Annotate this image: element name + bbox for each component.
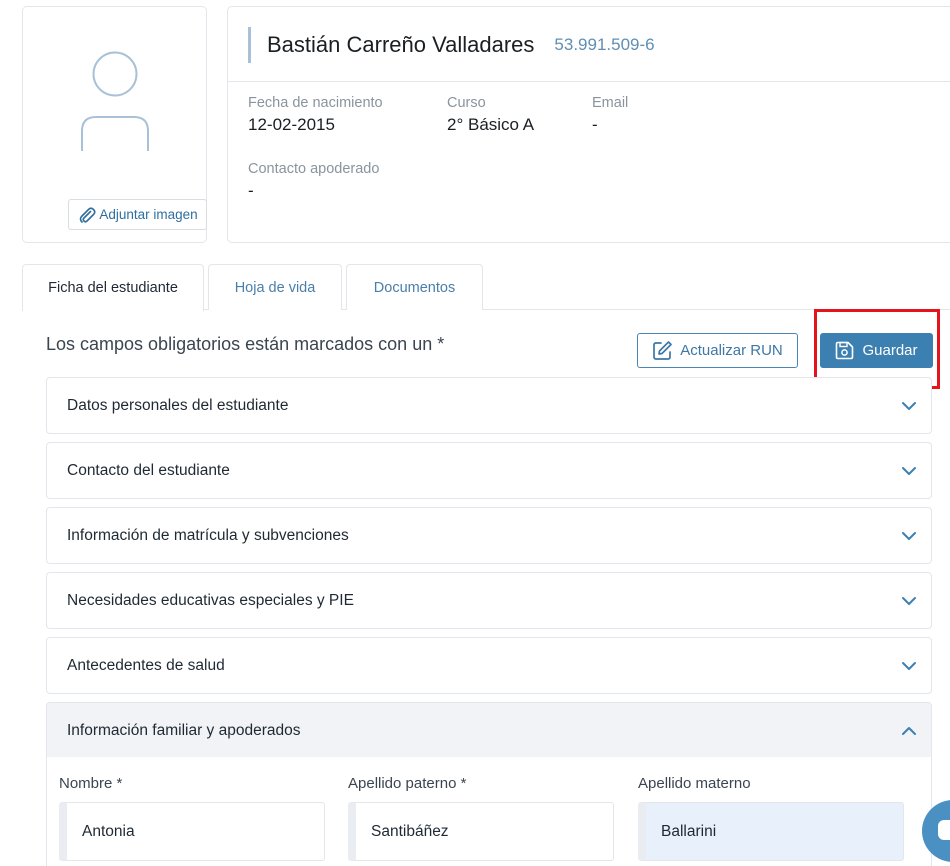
- user-placeholder-icon: [81, 51, 149, 151]
- update-run-label: Actualizar RUN: [680, 342, 783, 359]
- chevron-down-icon: [902, 466, 916, 475]
- email-value: -: [592, 115, 598, 134]
- section-title: Datos personales del estudiante: [67, 396, 289, 414]
- required-fields-note: Los campos obligatorios están marcados c…: [46, 334, 445, 354]
- tab-documents[interactable]: Documentos: [346, 264, 483, 310]
- email-label: Email: [592, 95, 629, 111]
- section-special-needs[interactable]: Necesidades educativas especiales y PIE: [46, 572, 932, 629]
- student-photo-card: Adjuntar imagen: [22, 6, 207, 243]
- section-title: Información familiar y apoderados: [67, 721, 301, 739]
- section-personal-data[interactable]: Datos personales del estudiante: [46, 377, 932, 434]
- save-button[interactable]: Guardar: [820, 333, 933, 368]
- tab-record-history[interactable]: Hoja de vida: [208, 264, 342, 310]
- email-field: Email -: [592, 95, 628, 135]
- course-field: Curso 2° Básico A: [447, 95, 534, 135]
- section-title: Antecedentes de salud: [67, 656, 225, 674]
- maternal-surname-label: Apellido materno: [638, 775, 751, 792]
- birthdate-label: Fecha de nacimiento: [248, 95, 383, 111]
- attach-image-label: Adjuntar imagen: [99, 207, 198, 222]
- course-label: Curso: [447, 95, 486, 111]
- chevron-up-icon: [902, 726, 916, 735]
- chevron-down-icon: [902, 401, 916, 410]
- first-name-input[interactable]: [59, 802, 325, 861]
- chevron-down-icon: [902, 531, 916, 540]
- chevron-down-icon: [902, 661, 916, 670]
- chevron-down-icon: [902, 596, 916, 605]
- section-title: Contacto del estudiante: [67, 461, 230, 479]
- birthdate-value: 12-02-2015: [248, 115, 335, 134]
- student-name: Bastián Carreño Valladares: [267, 32, 535, 57]
- section-health-background[interactable]: Antecedentes de salud: [46, 637, 932, 694]
- first-name-label: Nombre *: [59, 775, 123, 792]
- student-info-card: Bastián Carreño Valladares 53.991.509-6 …: [227, 6, 950, 243]
- section-family-guardians[interactable]: Información familiar y apoderados: [46, 702, 932, 759]
- guardian-contact-value: -: [248, 181, 254, 200]
- section-title: Necesidades educativas especiales y PIE: [67, 591, 354, 609]
- save-label: Guardar: [862, 342, 918, 359]
- section-enrollment-subsidies[interactable]: Información de matrícula y subvenciones: [46, 507, 932, 564]
- student-header: Bastián Carreño Valladares 53.991.509-6: [248, 27, 655, 63]
- section-student-contact[interactable]: Contacto del estudiante: [46, 442, 932, 499]
- edit-icon: [653, 341, 673, 360]
- guardian-contact-field: Contacto apoderado -: [248, 161, 379, 201]
- birthdate-field: Fecha de nacimiento 12-02-2015: [248, 95, 383, 135]
- paperclip-icon: [80, 206, 96, 223]
- update-run-button[interactable]: Actualizar RUN: [637, 333, 798, 368]
- course-value: 2° Básico A: [447, 115, 535, 134]
- paternal-surname-input[interactable]: [348, 802, 614, 861]
- guardian-contact-label: Contacto apoderado: [248, 161, 380, 177]
- attach-image-button[interactable]: Adjuntar imagen: [68, 199, 207, 230]
- maternal-surname-input[interactable]: [638, 802, 904, 861]
- save-icon: [836, 341, 854, 360]
- student-run: 53.991.509-6: [554, 35, 655, 54]
- section-title: Información de matrícula y subvenciones: [67, 526, 349, 544]
- tab-student-record[interactable]: Ficha del estudiante: [22, 264, 204, 311]
- paternal-surname-label: Apellido paterno *: [348, 775, 467, 792]
- header-divider: [228, 81, 950, 82]
